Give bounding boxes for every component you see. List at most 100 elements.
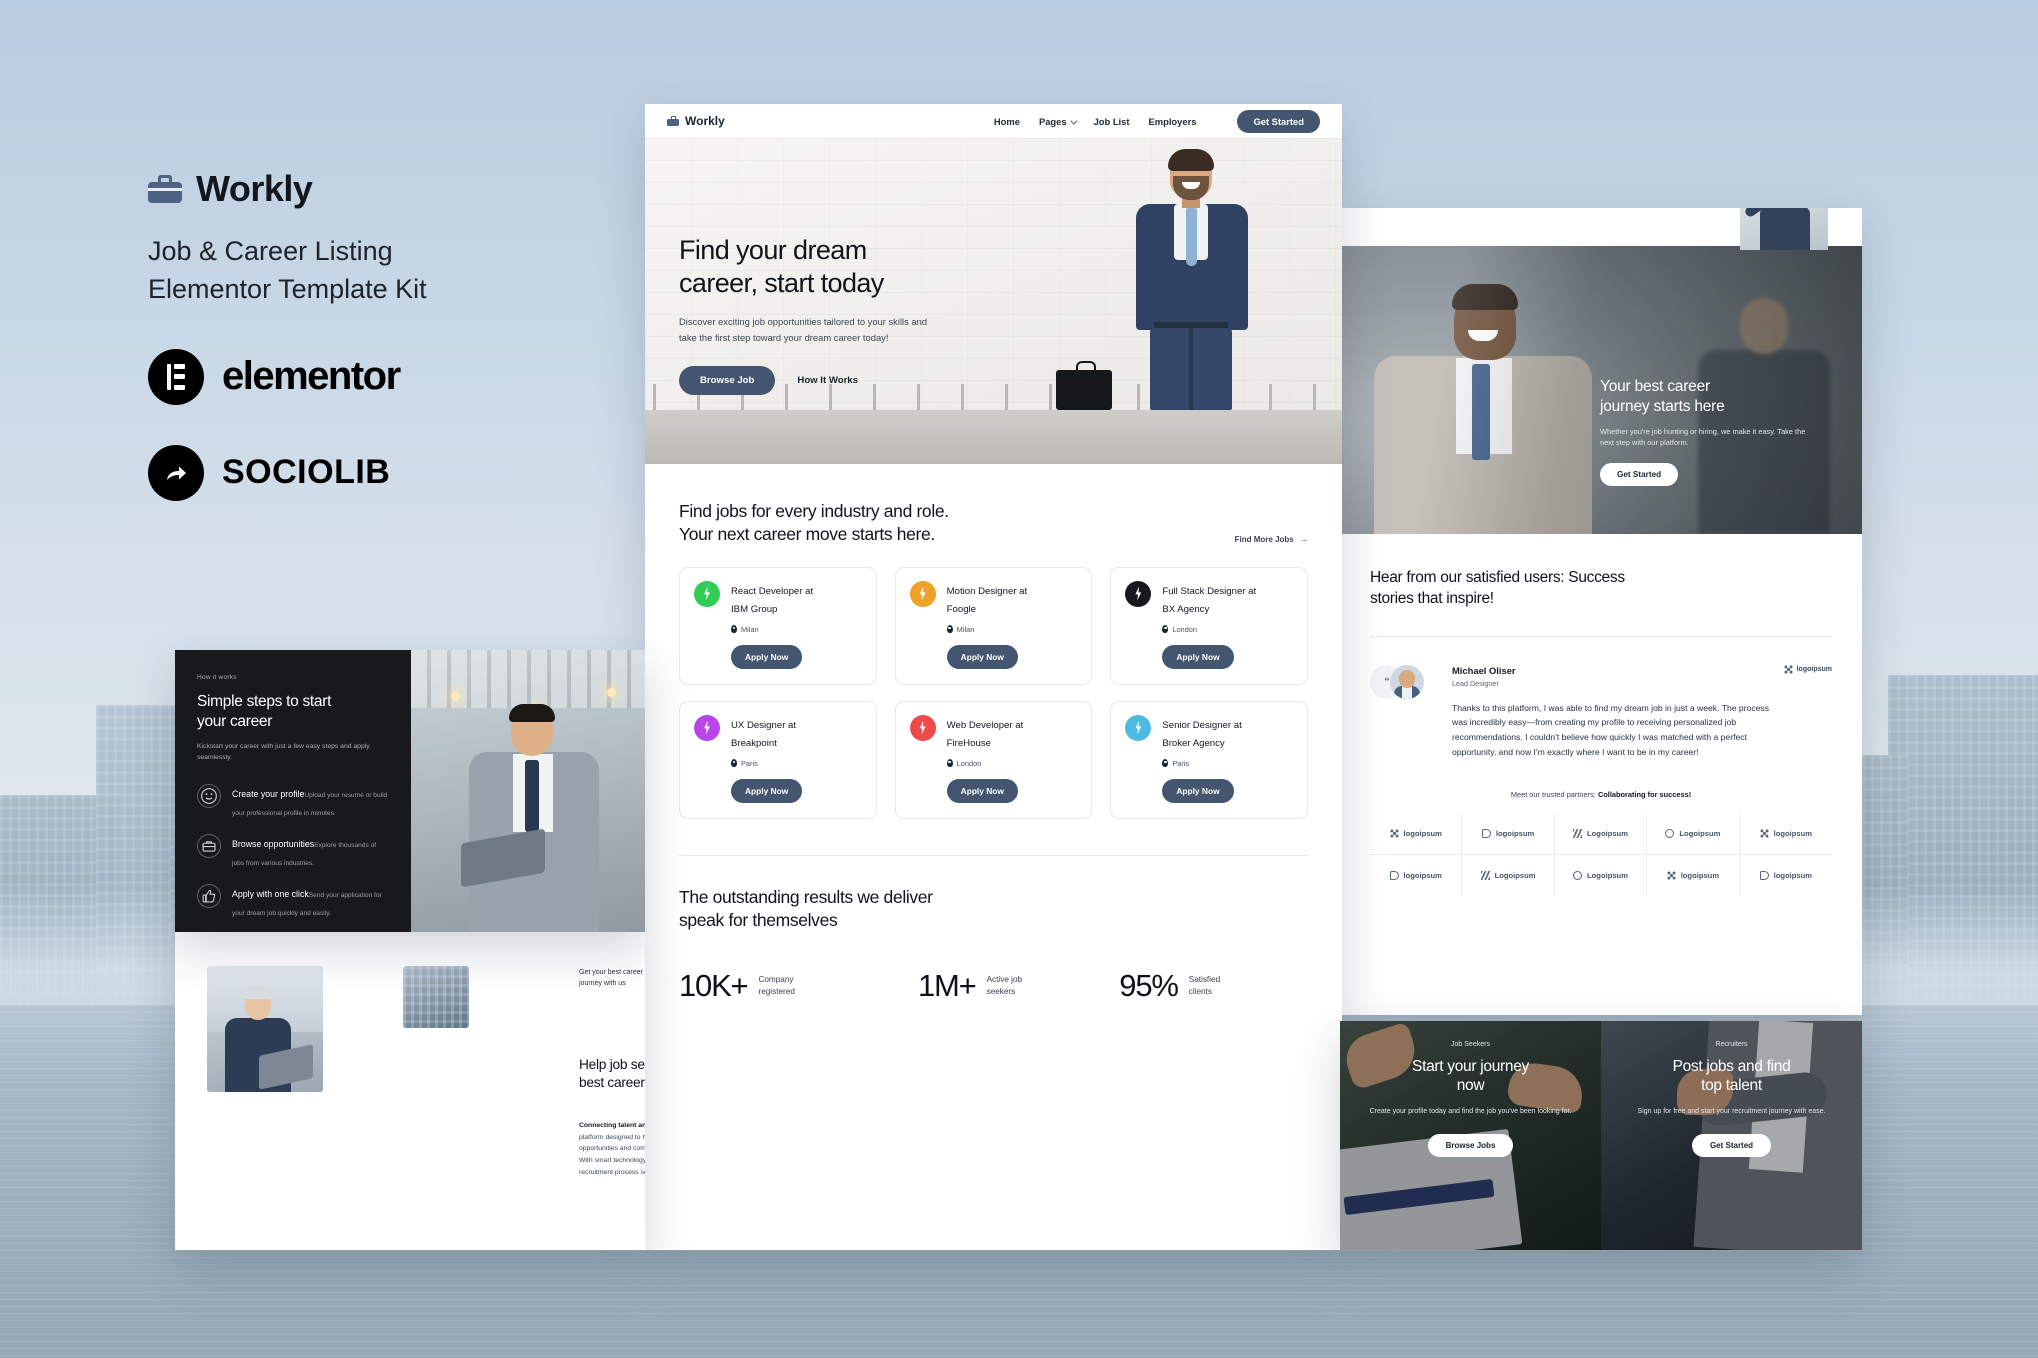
hero-person [1056, 149, 1270, 410]
logo-mark-icon [1389, 828, 1399, 838]
testimonial-text: Thanks to this platform, I was able to f… [1452, 702, 1769, 757]
get-started-button[interactable]: Get Started [1237, 109, 1320, 133]
job-location: Milan [946, 625, 1078, 634]
navbar-logo[interactable]: Workly [667, 114, 725, 128]
sociolib-label: SOCIOLIB [222, 453, 391, 492]
cta-title-seekers-line2: now [1456, 1077, 1485, 1095]
apply-now-button[interactable]: Apply Now [946, 644, 1018, 669]
browse-jobs-button[interactable]: Browse Jobs [1427, 1133, 1514, 1157]
hero-section: Find your dream career, start today Disc… [645, 138, 1342, 464]
how-it-works-panel: How it works Simple steps to start your … [175, 650, 645, 932]
about-eyebrow: Get your best career journey with us [579, 968, 645, 989]
stat-item: 1M+ Active job seekers [918, 968, 1119, 1004]
cta-title-seekers: Start your journey now [1362, 1057, 1579, 1095]
jobs-section: Find jobs for every industry and role. Y… [645, 464, 1342, 819]
nav-item-home[interactable]: Home [994, 116, 1020, 127]
hero-title: Find your dream career, start today [679, 234, 995, 299]
thumbs-up-icon [197, 884, 221, 909]
partner-logo: logoipsum [1647, 854, 1740, 897]
briefcase-prop [1056, 361, 1112, 410]
get-started-cta-button[interactable]: Get Started [1691, 1133, 1772, 1157]
cta-card-recruiters[interactable]: Recruiters Post jobs and find top talent… [1601, 1021, 1862, 1250]
apply-now-button[interactable]: Apply Now [731, 778, 803, 803]
how-it-works-steps: Create your profileUpload your resume or… [197, 784, 389, 920]
apply-now-button[interactable]: Apply Now [731, 644, 803, 669]
find-more-jobs-label: Find More Jobs [1234, 534, 1294, 544]
job-card[interactable]: Motion Designer at Foogle Milan Apply Now [894, 566, 1093, 685]
elementor-logo: elementor [148, 348, 568, 405]
cta-title-seekers-line1: Start your journey [1412, 1058, 1529, 1075]
divider [1370, 635, 1832, 637]
job-location: London [1162, 625, 1293, 634]
testimonial-avatar-group: “ [1370, 664, 1426, 699]
how-it-works-heading-line1: Simple steps to start [197, 693, 332, 710]
promo-column: Workly Job & Career Listing Elementor Te… [148, 168, 568, 501]
how-it-works-button[interactable]: How It Works [797, 375, 858, 386]
find-more-jobs-link[interactable]: Find More Jobs → [1235, 535, 1308, 547]
nav-item-job-list[interactable]: Job List [1094, 116, 1130, 127]
logo-mark-icon [1573, 828, 1583, 838]
job-title: Motion Designer at Foogle [946, 585, 1028, 615]
apply-now-button[interactable]: Apply Now [1162, 778, 1234, 803]
briefcase-icon [197, 834, 221, 859]
cta-title-recruiters-line2: top talent [1701, 1077, 1762, 1095]
apply-now-button[interactable]: Apply Now [946, 778, 1018, 803]
hero-inset-image [1740, 208, 1828, 250]
stat-value: 10K+ [679, 968, 749, 1004]
stats-heading-line1: The outstanding results we deliver [679, 886, 933, 907]
hero-buttons: Browse Job How It Works [679, 365, 995, 395]
navbar-links: Home Pages Job List Employers Get Starte… [994, 109, 1320, 133]
share-icon [148, 444, 204, 501]
secondary-hero-cta[interactable]: Get Started [1600, 463, 1679, 486]
navbar-logo-label: Workly [685, 114, 725, 128]
secondary-page-preview: Your best career journey starts here Whe… [1340, 208, 1862, 1015]
promo-subtitle-line1: Job & Career Listing [148, 236, 393, 266]
location-pin-icon [946, 625, 953, 634]
job-card[interactable]: UX Designer at Breakpoint Paris Apply Now [679, 700, 877, 819]
location-pin-icon [1162, 625, 1169, 634]
job-card[interactable]: Full Stack Designer at BX Agency London App… [1110, 566, 1308, 685]
job-location: Milan [731, 625, 862, 634]
lamp-icon [451, 692, 460, 701]
smiley-icon [197, 784, 221, 809]
cta-card-job-seekers[interactable]: Job Seekers Start your journey now Creat… [1340, 1021, 1601, 1250]
partner-logo: Logoipsum [1647, 812, 1740, 855]
nav-item-pages[interactable]: Pages [1039, 116, 1078, 127]
job-location: Paris [1162, 759, 1293, 768]
testimonials-heading-line1: Hear from our satisfied users: Success [1370, 569, 1625, 586]
job-card[interactable]: Senior Designer at Broker Agency Paris Appl… [1110, 700, 1308, 819]
hero-title-line2: career, start today [679, 267, 884, 298]
step-title: Browse opportunities [232, 839, 315, 850]
partner-logo: logoipsum [1462, 812, 1555, 855]
location-pin-icon [1162, 759, 1169, 768]
partner-logo-label: Logoipsum [1587, 828, 1628, 838]
browse-job-button[interactable]: Browse Job [679, 365, 776, 395]
jobs-grid: React Developer at IBM Group Milan Apply No… [679, 566, 1308, 819]
job-card[interactable]: React Developer at IBM Group Milan Apply No… [679, 566, 877, 685]
partner-logo: logoipsum [1370, 854, 1463, 897]
arrow-right-icon: → [1300, 534, 1308, 544]
stats-heading: The outstanding results we deliver speak… [679, 886, 1308, 933]
logo-mark-icon [1666, 871, 1676, 881]
secondary-hero-title: Your best career journey starts here [1600, 377, 1838, 417]
about-eyebrow-line2: journey with us [579, 979, 626, 987]
cta-title-recruiters: Post jobs and find top talent [1623, 1057, 1840, 1095]
promo-brand-name: Workly [196, 168, 313, 209]
how-it-works-step: Create your profileUpload your resume or… [197, 784, 389, 820]
jobs-heading: Find jobs for every industry and role. Y… [679, 500, 949, 547]
partner-logo-label: Logoipsum [1494, 871, 1536, 881]
jobs-heading-line2: Your next career move starts here. [679, 524, 935, 545]
step-title: Create your profile [232, 789, 305, 800]
site-navbar: Workly Home Pages Job List Employers Get… [645, 104, 1342, 138]
partner-logo-label: logoipsum [1495, 828, 1535, 838]
about-heading-line2: best career opportunities [579, 1075, 645, 1091]
partner-logo: logoipsum [1740, 855, 1832, 897]
job-title: Web Developer at FireHouse [946, 719, 1024, 749]
nav-item-employers[interactable]: Employers [1149, 116, 1197, 127]
main-page-preview: Workly Home Pages Job List Employers Get… [645, 104, 1342, 1250]
testimonial-brand-logo: logoipsum [1796, 665, 1832, 673]
partner-logo-label: Logoipsum [1679, 828, 1721, 838]
job-card[interactable]: Web Developer at FireHouse London Apply Now [894, 700, 1093, 819]
secondary-hero-copy: Your best career journey starts here Whe… [1600, 377, 1838, 486]
apply-now-button[interactable]: Apply Now [1162, 644, 1234, 669]
